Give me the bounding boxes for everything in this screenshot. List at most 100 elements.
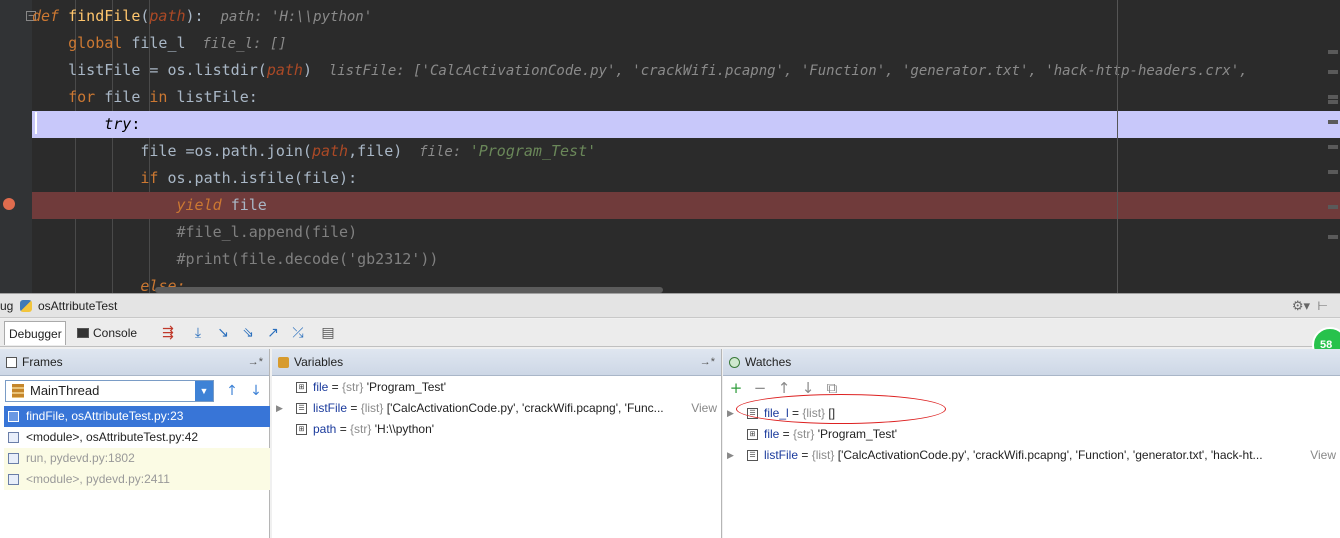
frame-label: findFile, osAttributeTest.py:23 [26,409,184,423]
variable-name: listFile [764,448,799,462]
add-watch-icon[interactable]: + [727,379,745,397]
editor-gutter[interactable] [0,0,32,293]
expand-arrow-icon[interactable]: ▶ [276,398,286,419]
code-line-breakpoint[interactable]: yield file [32,192,1340,219]
pin-icon[interactable]: →* [700,349,715,376]
tab-debugger[interactable]: Debugger [4,321,66,345]
view-link[interactable]: View [1310,445,1336,466]
code-token: ,file) [348,142,403,160]
breakpoint-icon[interactable] [3,198,15,210]
evaluate-expression-icon[interactable]: ▤ [318,323,338,343]
equals-sign: = [779,427,794,441]
code-token: file_l: [] [185,36,287,52]
arrow-up-icon[interactable]: ↑ [222,381,242,401]
code-line[interactable]: file =os.path.join(path,file) file: 'Pro… [32,138,1340,165]
variable-value: 'Program_Test' [366,380,447,394]
thread-select[interactable]: MainThread ▼ [5,380,214,402]
code-line[interactable]: #print(file.decode('gb2312')) [32,246,1340,273]
equals-sign: = [347,401,361,415]
code-token: file: [402,144,470,160]
code-token: file =os.path.join( [32,142,312,160]
variable-item[interactable]: ▶ ☰ listFile = {list} ['CalcActivationCode… [276,398,721,419]
variable-value: 'Program_Test' [817,427,898,441]
step-over-icon[interactable]: ⤓ [188,323,208,343]
list-type-icon: ☰ [747,450,758,461]
variable-name: file [313,380,329,394]
code-token: listFile: ['CalcActivationCode.py', 'cra… [311,63,1248,79]
watch-item[interactable]: ▶ ☰ listFile = {list} ['CalcActivationCode… [727,445,1340,466]
variables-title: Variables [294,355,344,369]
variable-name: path [313,422,337,436]
equals-sign: = [328,380,343,394]
code-line[interactable]: if os.path.isfile(file): [32,165,1340,192]
code-token: yield [176,196,231,214]
code-token: path [266,61,303,79]
hide-panel-icon[interactable]: ⊢ [1318,294,1328,318]
show-execution-point-icon[interactable]: ⇶ [158,323,178,343]
arrow-down-icon[interactable]: ↓ [246,381,266,401]
frame-item[interactable]: <module>, osAttributeTest.py:42 [4,427,270,448]
code-token: ) [302,61,312,79]
equals-sign: = [336,422,351,436]
code-token: listFile = os.listdir( [32,61,267,79]
watches-title: Watches [745,355,792,369]
debugger-toolbar: Debugger Console →* ⇶ ⤓ ↘ ⇘ ↗ ⤰ ▤ 58 [0,319,1340,364]
code-line[interactable]: def findFile(path): path: 'H:\\python' [32,3,1340,30]
code-token: file [230,196,267,214]
pin-icon[interactable]: →* [248,349,263,376]
variable-text: file = {str} 'Program_Test' [313,377,446,398]
run-to-cursor-icon[interactable]: ⤰ [288,323,308,343]
view-link[interactable]: View [691,398,717,419]
chevron-down-icon[interactable]: ▼ [195,381,213,401]
code-line[interactable]: listFile = os.listdir(path) listFile: ['… [32,57,1340,84]
step-into-my-code-icon[interactable]: ⇘ [238,323,258,343]
code-token: try [104,115,132,133]
move-up-icon[interactable]: ↑ [775,379,793,397]
frame-label: <module>, pydevd.py:2411 [26,472,170,486]
frame-item[interactable]: findFile, osAttributeTest.py:23 [4,406,270,427]
code-token: if [140,169,168,187]
tab-console[interactable]: Console →* [73,321,155,364]
variable-type: {str} [342,380,364,394]
code-token: in [149,88,177,106]
run-configuration-name[interactable]: osAttributeTest [38,294,117,318]
step-into-icon[interactable]: ↘ [213,323,233,343]
variable-item[interactable]: ⊞ path = {str} 'H:\\python' [276,419,721,440]
code-editor[interactable]: − def findFile(path): path: 'H:\\python'… [0,0,1340,293]
gear-icon[interactable]: ⚙▾ [1292,294,1310,318]
code-token: path: 'H:\\python' [203,9,373,25]
thread-icon [12,384,24,398]
code-token: for [68,88,105,106]
code-line-execution-point[interactable]: try: [32,111,1340,138]
frame-item[interactable]: <module>, pydevd.py:2411 [4,469,270,490]
debug-panel-title-bar: ug osAttributeTest ⚙▾ ⊢ [0,294,1340,318]
expand-arrow-icon[interactable]: ▶ [727,403,737,424]
remove-watch-icon[interactable]: − [751,379,769,397]
code-line[interactable]: global file_l file_l: [] [32,30,1340,57]
variable-name: listFile [313,401,348,415]
variable-text: listFile = {list} ['CalcActivationCode.p… [764,445,1263,466]
frames-header: Frames →* [0,349,269,376]
code-line[interactable]: #file_l.append(file) [32,219,1340,246]
frames-title: Frames [22,355,63,369]
console-icon [77,328,89,338]
code-token: file [104,88,150,106]
expand-arrow-icon[interactable]: ▶ [727,445,737,466]
watch-item[interactable]: ⊞ file = {str} 'Program_Test' [727,424,1340,445]
stack-frame-icon [8,411,19,422]
frame-item[interactable]: run, pydevd.py:1802 [4,448,270,469]
code-line[interactable]: for file in listFile: [32,84,1340,111]
variable-item[interactable]: ⊞ file = {str} 'Program_Test' [276,377,721,398]
variable-type: {list} [360,401,384,415]
variable-value: ['CalcActivationCode.py', 'crackWifi.pca… [837,448,1263,462]
variable-type: {str} [350,422,372,436]
step-out-icon[interactable]: ↗ [263,323,283,343]
str-type-icon: ⊞ [296,382,307,393]
frame-label: <module>, osAttributeTest.py:42 [26,430,199,444]
variable-type: {list} [811,448,835,462]
